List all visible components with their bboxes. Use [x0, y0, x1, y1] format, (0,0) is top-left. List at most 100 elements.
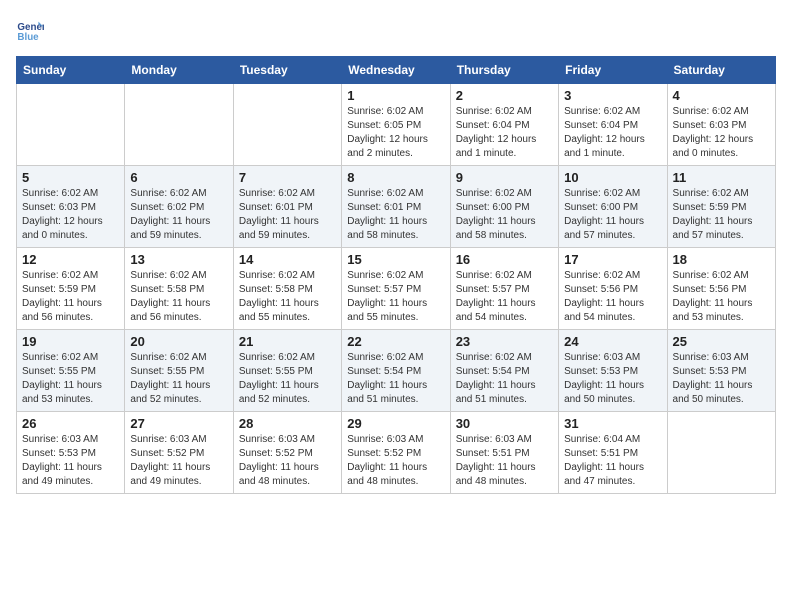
- day-info: Sunrise: 6:04 AM Sunset: 5:51 PM Dayligh…: [564, 433, 661, 489]
- day-info: Sunrise: 6:02 AM Sunset: 5:58 PM Dayligh…: [130, 269, 227, 325]
- day-info: Sunrise: 6:02 AM Sunset: 6:02 PM Dayligh…: [130, 187, 227, 243]
- day-number: 9: [456, 170, 553, 185]
- day-number: 12: [22, 252, 119, 267]
- calendar-cell: 23Sunrise: 6:02 AM Sunset: 5:54 PM Dayli…: [450, 330, 558, 412]
- calendar-table: SundayMondayTuesdayWednesdayThursdayFrid…: [16, 56, 776, 494]
- day-info: Sunrise: 6:03 AM Sunset: 5:52 PM Dayligh…: [347, 433, 444, 489]
- day-info: Sunrise: 6:02 AM Sunset: 5:56 PM Dayligh…: [564, 269, 661, 325]
- day-number: 24: [564, 334, 661, 349]
- day-number: 6: [130, 170, 227, 185]
- logo-icon: General Blue: [16, 16, 44, 44]
- calendar-cell: 25 Sunrise: 6:03 AM Sunset: 5:53 PM Dayli…: [667, 330, 775, 412]
- day-info: Sunrise: 6:03 AM Sunset: 5:53 PM Dayligh…: [22, 433, 119, 489]
- calendar-cell: 19 Sunrise: 6:02 AM Sunset: 5:55 PM Dayli…: [17, 330, 125, 412]
- calendar-cell: 29 Sunrise: 6:03 AM Sunset: 5:52 PM Dayli…: [342, 412, 450, 494]
- calendar-cell: [125, 84, 233, 166]
- weekday-header-friday: Friday: [559, 57, 667, 84]
- day-info: Sunrise: 6:02 AM Sunset: 6:05 PM Dayligh…: [347, 105, 444, 161]
- day-number: 28: [239, 416, 336, 431]
- day-info: Sunrise: 6:03 AM Sunset: 5:53 PM Dayligh…: [673, 351, 770, 407]
- weekday-header-saturday: Saturday: [667, 57, 775, 84]
- day-number: 17: [564, 252, 661, 267]
- day-info: Sunrise: 6:02 AM Sunset: 5:58 PM Dayligh…: [239, 269, 336, 325]
- calendar-week-row: 1 Sunrise: 6:02 AM Sunset: 6:05 PM Daylig…: [17, 84, 776, 166]
- day-info: Sunrise: 6:02 AM Sunset: 6:04 PM Dayligh…: [456, 105, 553, 161]
- calendar-cell: 9 Sunrise: 6:02 AM Sunset: 6:00 PM Daylig…: [450, 166, 558, 248]
- day-info: Sunrise: 6:03 AM Sunset: 5:52 PM Dayligh…: [130, 433, 227, 489]
- day-number: 10: [564, 170, 661, 185]
- svg-text:Blue: Blue: [17, 32, 39, 43]
- calendar-cell: 15 Sunrise: 6:02 AM Sunset: 5:57 PM Dayli…: [342, 248, 450, 330]
- calendar-body: 1 Sunrise: 6:02 AM Sunset: 6:05 PM Daylig…: [17, 84, 776, 494]
- calendar-cell: 8 Sunrise: 6:02 AM Sunset: 6:01 PM Daylig…: [342, 166, 450, 248]
- day-number: 21: [239, 334, 336, 349]
- day-number: 15: [347, 252, 444, 267]
- day-number: 13: [130, 252, 227, 267]
- calendar-cell: 2 Sunrise: 6:02 AM Sunset: 6:04 PM Daylig…: [450, 84, 558, 166]
- day-info: Sunrise: 6:02 AM Sunset: 6:01 PM Dayligh…: [239, 187, 336, 243]
- calendar-header-row: SundayMondayTuesdayWednesdayThursdayFrid…: [17, 57, 776, 84]
- day-info: Sunrise: 6:02 AM Sunset: 6:03 PM Dayligh…: [22, 187, 119, 243]
- calendar-week-row: 12 Sunrise: 6:02 AM Sunset: 5:59 PM Dayli…: [17, 248, 776, 330]
- day-number: 22: [347, 334, 444, 349]
- weekday-header-monday: Monday: [125, 57, 233, 84]
- page-header: General Blue: [16, 16, 776, 44]
- calendar-cell: 14 Sunrise: 6:02 AM Sunset: 5:58 PM Dayli…: [233, 248, 341, 330]
- calendar-cell: 7 Sunrise: 6:02 AM Sunset: 6:01 PM Daylig…: [233, 166, 341, 248]
- day-info: Sunrise: 6:03 AM Sunset: 5:53 PM Dayligh…: [564, 351, 661, 407]
- day-number: 16: [456, 252, 553, 267]
- calendar-cell: 20 Sunrise: 6:02 AM Sunset: 5:55 PM Dayli…: [125, 330, 233, 412]
- weekday-header-thursday: Thursday: [450, 57, 558, 84]
- calendar-cell: 24 Sunrise: 6:03 AM Sunset: 5:53 PM Dayli…: [559, 330, 667, 412]
- calendar-cell: 28 Sunrise: 6:03 AM Sunset: 5:52 PM Dayli…: [233, 412, 341, 494]
- day-info: Sunrise: 6:02 AM Sunset: 5:57 PM Dayligh…: [347, 269, 444, 325]
- day-number: 4: [673, 88, 770, 103]
- day-number: 25: [673, 334, 770, 349]
- day-info: Sunrise: 6:02 AM Sunset: 6:00 PM Dayligh…: [564, 187, 661, 243]
- day-info: Sunrise: 6:02 AM Sunset: 6:00 PM Dayligh…: [456, 187, 553, 243]
- calendar-cell: 4 Sunrise: 6:02 AM Sunset: 6:03 PM Daylig…: [667, 84, 775, 166]
- calendar-cell: 21 Sunrise: 6:02 AM Sunset: 5:55 PM Dayli…: [233, 330, 341, 412]
- calendar-cell: [667, 412, 775, 494]
- day-number: 14: [239, 252, 336, 267]
- calendar-week-row: 5 Sunrise: 6:02 AM Sunset: 6:03 PM Daylig…: [17, 166, 776, 248]
- day-number: 31: [564, 416, 661, 431]
- day-info: Sunrise: 6:02 AM Sunset: 5:59 PM Dayligh…: [22, 269, 119, 325]
- calendar-cell: 5 Sunrise: 6:02 AM Sunset: 6:03 PM Daylig…: [17, 166, 125, 248]
- calendar-cell: 27Sunrise: 6:03 AM Sunset: 5:52 PM Dayli…: [125, 412, 233, 494]
- day-number: 19: [22, 334, 119, 349]
- day-number: 29: [347, 416, 444, 431]
- calendar-week-row: 26 Sunrise: 6:03 AM Sunset: 5:53 PM Dayli…: [17, 412, 776, 494]
- day-info: Sunrise: 6:02 AM Sunset: 5:55 PM Dayligh…: [239, 351, 336, 407]
- day-number: 20: [130, 334, 227, 349]
- day-info: Sunrise: 6:02 AM Sunset: 5:55 PM Dayligh…: [22, 351, 119, 407]
- calendar-cell: 10 Sunrise: 6:02 AM Sunset: 6:00 PM Dayli…: [559, 166, 667, 248]
- calendar-cell: 22 Sunrise: 6:02 AM Sunset: 5:54 PM Dayli…: [342, 330, 450, 412]
- weekday-header-tuesday: Tuesday: [233, 57, 341, 84]
- calendar-cell: 13 Sunrise: 6:02 AM Sunset: 5:58 PM Dayli…: [125, 248, 233, 330]
- day-number: 2: [456, 88, 553, 103]
- day-info: Sunrise: 6:02 AM Sunset: 5:57 PM Dayligh…: [456, 269, 553, 325]
- calendar-cell: 17 Sunrise: 6:02 AM Sunset: 5:56 PM Dayli…: [559, 248, 667, 330]
- day-info: Sunrise: 6:02 AM Sunset: 5:59 PM Dayligh…: [673, 187, 770, 243]
- day-number: 1: [347, 88, 444, 103]
- day-number: 18: [673, 252, 770, 267]
- day-info: Sunrise: 6:02 AM Sunset: 5:56 PM Dayligh…: [673, 269, 770, 325]
- calendar-cell: [233, 84, 341, 166]
- day-number: 30: [456, 416, 553, 431]
- day-info: Sunrise: 6:02 AM Sunset: 6:01 PM Dayligh…: [347, 187, 444, 243]
- calendar-cell: 30Sunrise: 6:03 AM Sunset: 5:51 PM Dayli…: [450, 412, 558, 494]
- calendar-cell: 6 Sunrise: 6:02 AM Sunset: 6:02 PM Daylig…: [125, 166, 233, 248]
- day-number: 23: [456, 334, 553, 349]
- day-number: 8: [347, 170, 444, 185]
- day-info: Sunrise: 6:02 AM Sunset: 6:04 PM Dayligh…: [564, 105, 661, 161]
- day-info: Sunrise: 6:02 AM Sunset: 6:03 PM Dayligh…: [673, 105, 770, 161]
- day-number: 5: [22, 170, 119, 185]
- calendar-cell: 1 Sunrise: 6:02 AM Sunset: 6:05 PM Daylig…: [342, 84, 450, 166]
- day-info: Sunrise: 6:02 AM Sunset: 5:54 PM Dayligh…: [347, 351, 444, 407]
- day-info: Sunrise: 6:02 AM Sunset: 5:55 PM Dayligh…: [130, 351, 227, 407]
- day-number: 26: [22, 416, 119, 431]
- day-number: 7: [239, 170, 336, 185]
- calendar-cell: 18 Sunrise: 6:02 AM Sunset: 5:56 PM Dayli…: [667, 248, 775, 330]
- day-info: Sunrise: 6:03 AM Sunset: 5:52 PM Dayligh…: [239, 433, 336, 489]
